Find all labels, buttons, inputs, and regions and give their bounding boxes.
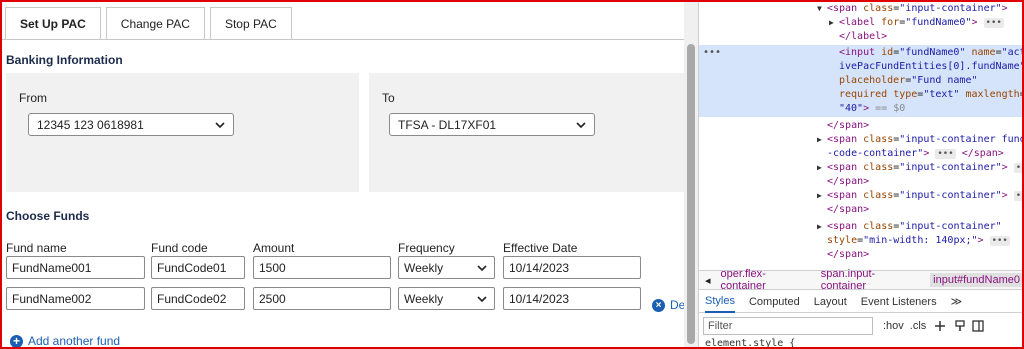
dom-node[interactable]: ▶ <label for="fundName0"> ••• <box>699 16 1022 29</box>
from-account-value: 12345 123 0618981 <box>37 117 144 132</box>
header-fund-name: Fund name <box>6 241 67 255</box>
tab-styles[interactable]: Styles <box>705 291 735 313</box>
delete-fund-label: Del <box>670 298 684 312</box>
frequency-select-1[interactable]: Weekly <box>398 256 495 279</box>
styles-filter-input[interactable]: Filter <box>703 317 873 335</box>
class-toggle[interactable]: .cls <box>910 320 927 332</box>
tabs-divider <box>2 39 684 40</box>
hover-state-toggle[interactable]: :hov <box>883 320 904 332</box>
breadcrumb-input-container[interactable]: span.input-container <box>821 268 920 292</box>
dom-node-selected: ivePacFundEntities[0].fundName" <box>839 61 1022 72</box>
to-label: To <box>382 91 395 105</box>
page-scrollbar[interactable] <box>684 2 698 347</box>
fund-name-input-2[interactable]: FundName002 <box>6 287 145 310</box>
frequency-value-2: Weekly <box>404 291 444 306</box>
tab-bar: Set Up PAC Change PAC Stop PAC <box>5 7 292 39</box>
chevron-down-icon <box>576 122 586 129</box>
breadcrumb-flex-container[interactable]: oper.flex-container <box>721 268 811 292</box>
add-fund-label: Add another fund <box>28 334 121 347</box>
tab-layout[interactable]: Layout <box>814 296 847 308</box>
header-effective-date: Effective Date <box>503 241 578 255</box>
dom-node[interactable]: ▶ <span class="input-container" <box>699 220 1022 233</box>
dom-node: </span> <box>827 249 870 260</box>
add-rule-icon[interactable] <box>934 320 946 332</box>
dom-node[interactable]: ▶ <span class="input-container fund <box>699 133 1022 146</box>
dom-node: </span> <box>827 176 870 187</box>
from-account-select[interactable]: 12345 123 0618981 <box>28 113 234 136</box>
from-label: From <box>19 91 47 105</box>
dom-node: </span> <box>827 204 870 215</box>
effective-date-input-2[interactable]: 10/14/2023 <box>503 287 641 310</box>
scrollbar-thumb[interactable] <box>687 44 695 344</box>
tab-set-up-pac[interactable]: Set Up PAC <box>5 7 101 39</box>
tab-stop-pac[interactable]: Stop PAC <box>209 7 292 39</box>
tab-event-listeners[interactable]: Event Listeners <box>861 296 937 308</box>
pac-app: Set Up PAC Change PAC Stop PAC Banking I… <box>2 2 684 347</box>
breadcrumb-input-fundname0[interactable]: input#fundName0 <box>930 273 1022 287</box>
dom-node[interactable]: ▶<span class="input-container"> ••• <box>699 161 1022 174</box>
devtools-breadcrumbs: ◂ oper.flex-container span.input-contain… <box>699 268 1022 292</box>
breadcrumb-scroll-left-icon[interactable]: ◂ <box>705 274 711 287</box>
paint-icon[interactable] <box>954 320 966 332</box>
chevron-down-icon <box>215 122 225 129</box>
frequency-select-2[interactable]: Weekly <box>398 287 495 310</box>
dom-node-selected: placeholder="Fund name" <box>839 75 978 86</box>
from-panel: From 12345 123 0618981 <box>6 73 359 192</box>
element-style-rule: element.style { <box>705 338 796 347</box>
header-fund-code: Fund code <box>151 241 208 255</box>
amount-input-2[interactable]: 2500 <box>253 287 391 310</box>
add-fund-button[interactable]: + Add another fund <box>10 334 120 347</box>
to-account-value: TFSA - DL17XF01 <box>398 117 497 132</box>
dom-node-selected[interactable]: ••• <input id="fundName0" name="act <box>699 46 1022 59</box>
fund-code-input-2[interactable]: FundCode02 <box>151 287 245 310</box>
dom-node-selected: "40"> == $0 <box>839 103 906 114</box>
fund-code-input-1[interactable]: FundCode01 <box>151 256 245 279</box>
close-circle-icon: × <box>652 298 665 312</box>
devtools-panel: ▼ <span class="input-container"> ▶ <label … <box>698 2 1022 347</box>
more-tabs-icon[interactable]: ≫ <box>951 295 963 308</box>
header-frequency: Frequency <box>398 241 455 255</box>
amount-input-1[interactable]: 1500 <box>253 256 391 279</box>
dom-node-selected: required type="text" maxlength= <box>839 89 1022 100</box>
dom-node: </span> <box>827 120 870 131</box>
dom-node: </label> <box>839 31 888 42</box>
tab-change-pac[interactable]: Change PAC <box>105 7 205 39</box>
dom-node[interactable]: ▼ <span class="input-container"> <box>699 2 1022 15</box>
sidebar-toggle-icon[interactable] <box>972 320 984 332</box>
chevron-down-icon <box>477 265 487 272</box>
tab-computed[interactable]: Computed <box>749 296 800 308</box>
banking-info-title: Banking Information <box>6 53 123 67</box>
dom-node: -code-container"> ••• </span> <box>827 148 1004 159</box>
effective-date-input-1[interactable]: 10/14/2023 <box>503 256 641 279</box>
dom-node: style="min-width: 140px;"> ••• <box>827 235 1010 246</box>
plus-circle-icon: + <box>10 334 23 347</box>
devtools-style-tabs: Styles Computed Layout Event Listeners ≫ <box>699 291 1022 313</box>
choose-funds-title: Choose Funds <box>6 209 90 223</box>
dom-node[interactable]: ▶<span class="input-container"> ••• <box>699 189 1022 202</box>
styles-filter-bar: Filter :hov .cls <box>699 314 1022 338</box>
to-panel: To TFSA - DL17XF01 <box>369 73 684 192</box>
fund-name-input-1[interactable]: FundName001 <box>6 256 145 279</box>
to-account-select[interactable]: TFSA - DL17XF01 <box>389 113 595 136</box>
frequency-value-1: Weekly <box>404 260 444 275</box>
chevron-down-icon <box>477 296 487 303</box>
header-amount: Amount <box>253 241 295 255</box>
delete-fund-button[interactable]: × Del <box>652 298 684 312</box>
